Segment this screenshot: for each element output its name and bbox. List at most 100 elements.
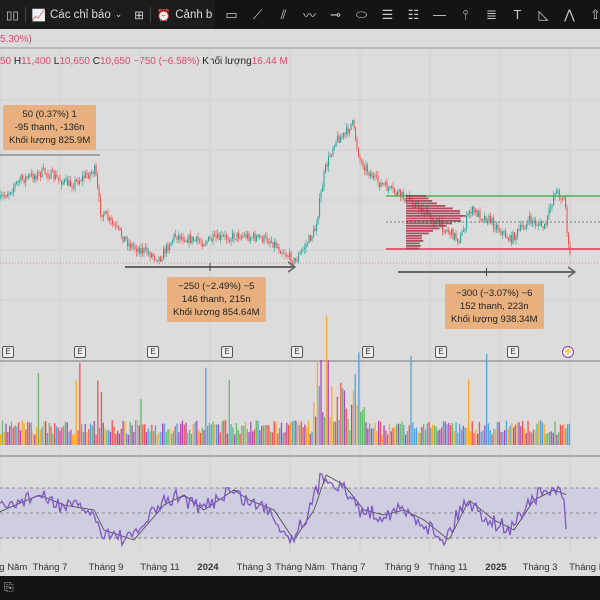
measure-box-3[interactable]: −300 (−3.07%) −6 152 thanh, 223n Khối lư… bbox=[445, 284, 544, 329]
candle-body bbox=[254, 233, 256, 242]
earnings-marker[interactable]: E bbox=[147, 346, 159, 358]
candle-body bbox=[112, 220, 114, 224]
volume-profile-bar bbox=[406, 242, 420, 245]
candle-body bbox=[118, 226, 120, 228]
volume-bar bbox=[54, 423, 56, 445]
pane-separator bbox=[0, 360, 600, 362]
volume-bar bbox=[109, 432, 112, 445]
volume-bar bbox=[372, 428, 374, 445]
candle-body bbox=[161, 259, 163, 262]
candle-body bbox=[395, 192, 397, 196]
candle-body bbox=[296, 260, 298, 262]
volume-bar bbox=[367, 428, 369, 445]
volume-bar bbox=[342, 388, 344, 445]
volume-bar bbox=[160, 432, 162, 445]
volume-bar bbox=[547, 433, 549, 445]
volume-bar bbox=[68, 432, 70, 445]
candle-body bbox=[65, 178, 67, 180]
candle-body bbox=[314, 228, 316, 232]
volume-bar bbox=[451, 422, 454, 445]
volume-bar bbox=[464, 427, 466, 445]
candle-body bbox=[31, 173, 33, 176]
candle-body bbox=[176, 236, 178, 240]
volume-bar bbox=[459, 423, 461, 445]
volume-bar bbox=[57, 427, 59, 445]
volume-bar bbox=[369, 423, 371, 445]
candle-body bbox=[194, 240, 196, 242]
earnings-marker[interactable]: E bbox=[74, 346, 86, 358]
dividend-lightning-icon[interactable]: ⚡ bbox=[562, 346, 574, 358]
candle-body bbox=[359, 156, 361, 161]
candle-body bbox=[236, 232, 238, 240]
volume-bar bbox=[309, 433, 311, 445]
candle-body bbox=[232, 232, 234, 239]
measure-volume: Khối lượng 825.9M bbox=[9, 135, 91, 146]
volume-bar bbox=[401, 421, 403, 445]
candle-body bbox=[100, 197, 102, 215]
earnings-marker[interactable]: E bbox=[221, 346, 233, 358]
volume-bar bbox=[527, 420, 529, 445]
time-axis-label: Tháng 11 bbox=[140, 562, 180, 573]
volume-bar bbox=[259, 430, 261, 445]
candle-body bbox=[388, 188, 390, 192]
date-range-icon[interactable]: ⎘ bbox=[4, 580, 14, 595]
candle-body bbox=[319, 198, 321, 217]
volume-bar bbox=[507, 428, 509, 445]
candle-body bbox=[271, 241, 273, 243]
earnings-marker[interactable]: E bbox=[2, 346, 14, 358]
volume-bar bbox=[91, 426, 94, 445]
candle-body bbox=[127, 239, 129, 247]
volume-bar bbox=[203, 429, 205, 445]
candle-body bbox=[302, 249, 304, 251]
candle-body bbox=[496, 224, 498, 230]
candle-body bbox=[16, 181, 18, 184]
volume-bar bbox=[219, 432, 221, 445]
candle-body bbox=[157, 260, 159, 262]
candle-body bbox=[281, 252, 283, 254]
time-axis-label: 2025 bbox=[485, 562, 507, 573]
candle-body bbox=[332, 147, 334, 155]
candle-body bbox=[226, 235, 228, 240]
volume-bar bbox=[90, 423, 92, 445]
candle-body bbox=[505, 231, 507, 238]
volume-bar bbox=[455, 422, 457, 445]
candle-body bbox=[500, 231, 502, 235]
volume-bar bbox=[185, 422, 187, 445]
volume-bar bbox=[295, 420, 297, 445]
volume-bar bbox=[390, 431, 392, 445]
candle-body bbox=[275, 242, 277, 248]
volume-bar bbox=[181, 420, 184, 445]
candle-body bbox=[385, 182, 387, 185]
volume-bar bbox=[405, 434, 407, 445]
candle-body bbox=[32, 173, 34, 180]
candle-body bbox=[334, 146, 336, 148]
candle-body bbox=[196, 236, 198, 241]
volume-profile-bar bbox=[406, 230, 434, 232]
volume-bar bbox=[262, 425, 265, 445]
candle-body bbox=[328, 156, 330, 167]
volume-bar bbox=[192, 424, 194, 445]
candle-body bbox=[85, 172, 87, 178]
volume-profile-bar bbox=[406, 245, 421, 247]
candle-body bbox=[517, 229, 519, 236]
volume-bar bbox=[167, 429, 169, 445]
volume-bar bbox=[495, 429, 497, 445]
volume-bar bbox=[243, 426, 245, 445]
candle-body bbox=[215, 234, 217, 239]
volume-bar bbox=[131, 425, 133, 445]
measure-box-1[interactable]: 50 (0.37%) 1 -95 thanh, -136n Khối lượng… bbox=[3, 105, 97, 150]
volume-bar bbox=[435, 426, 437, 445]
earnings-marker[interactable]: E bbox=[291, 346, 303, 358]
volume-bar bbox=[502, 431, 504, 445]
candle-body bbox=[289, 252, 291, 258]
volume-bar bbox=[486, 353, 488, 445]
earnings-marker[interactable]: E bbox=[362, 346, 374, 358]
volume-bar bbox=[424, 429, 427, 445]
earnings-marker[interactable]: E bbox=[507, 346, 519, 358]
earnings-marker[interactable]: E bbox=[435, 346, 447, 358]
candle-body bbox=[227, 239, 229, 241]
candle-body bbox=[532, 221, 534, 224]
candle-body bbox=[283, 252, 285, 254]
volume-bar bbox=[489, 430, 491, 445]
measure-box-2[interactable]: −250 (−2.49%) −5 146 thanh, 215n Khối lư… bbox=[167, 277, 266, 322]
